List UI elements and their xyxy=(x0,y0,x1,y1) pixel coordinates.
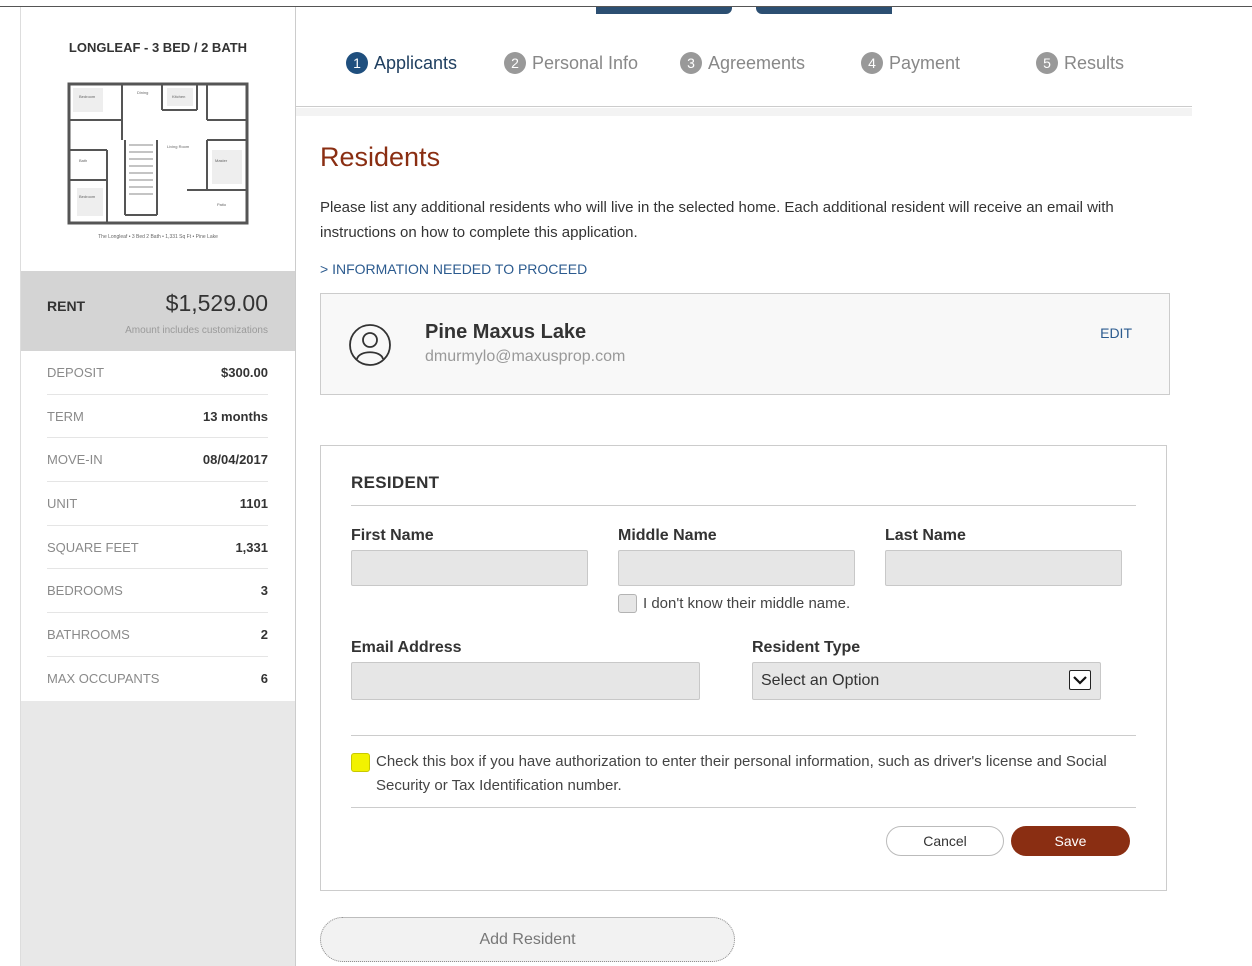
save-button[interactable]: Save xyxy=(1011,826,1130,856)
svg-text:Bath: Bath xyxy=(79,158,87,163)
edit-link[interactable]: EDIT xyxy=(1100,325,1132,341)
first-name-label: First Name xyxy=(351,527,434,544)
detail-row-term: TERM 13 months xyxy=(47,395,268,439)
last-name-input[interactable] xyxy=(885,550,1122,586)
resident-form: RESIDENT First Name Middle Name Last Nam… xyxy=(320,445,1167,891)
step-label: Agreements xyxy=(708,52,806,73)
detail-label: UNIT xyxy=(47,495,78,511)
resident-type-label: Resident Type xyxy=(752,639,861,656)
resident-type-select[interactable]: Select an Option xyxy=(752,662,1101,700)
detail-row-max-occupants: MAX OCCUPANTS 6 xyxy=(47,657,268,701)
step-number: 4 xyxy=(861,52,883,74)
detail-value: $300.00 xyxy=(221,364,268,380)
divider xyxy=(351,505,1136,506)
rent-label: RENT xyxy=(47,298,86,314)
chevron-down-icon[interactable] xyxy=(1069,670,1091,690)
detail-label: BATHROOMS xyxy=(47,626,130,642)
step-results[interactable]: 5 Results xyxy=(1036,52,1124,74)
step-label: Payment xyxy=(889,52,961,73)
step-number: 2 xyxy=(504,52,526,74)
form-title: RESIDENT xyxy=(351,473,440,492)
step-label: Applicants xyxy=(374,52,458,73)
detail-value: 6 xyxy=(260,671,268,687)
detail-label: SQUARE FEET xyxy=(47,539,139,555)
step-label: Results xyxy=(1064,52,1125,73)
authorization-label: Check this box if you have authorization… xyxy=(376,753,1107,794)
primary-resident-card: Pine Maxus Lake dmurmylo@maxusprop.com E… xyxy=(320,293,1170,395)
step-payment[interactable]: 4 Payment xyxy=(861,52,960,74)
detail-value: 2 xyxy=(260,626,268,642)
step-number: 3 xyxy=(680,52,702,74)
detail-label: TERM xyxy=(47,408,84,424)
step-label: Personal Info xyxy=(532,52,639,73)
step-applicants[interactable]: 1 Applicants xyxy=(346,52,457,74)
svg-text:Bedroom: Bedroom xyxy=(79,94,96,99)
detail-value: 1,331 xyxy=(235,539,268,555)
detail-value: 3 xyxy=(260,583,268,599)
detail-value: 08/04/2017 xyxy=(202,452,268,468)
step-number: 1 xyxy=(346,52,368,74)
svg-text:Master: Master xyxy=(215,158,228,163)
resident-type-value: Select an Option xyxy=(761,672,880,689)
detail-label: DEPOSIT xyxy=(47,364,105,380)
detail-value: 13 months xyxy=(202,408,268,424)
no-middle-name-label: I don't know their middle name. xyxy=(643,595,851,612)
detail-row-bathrooms: BATHROOMS 2 xyxy=(47,613,268,657)
progress-steps: 1 Applicants 2 Personal Info 3 Agreement… xyxy=(296,7,1192,107)
rent-value: $1,529.00 xyxy=(165,290,268,316)
email-label: Email Address xyxy=(351,639,462,656)
divider xyxy=(351,735,1136,736)
detail-value: 1101 xyxy=(239,495,268,511)
floorplan-title: LONGLEAF - 3 BED / 2 BATH xyxy=(68,40,248,55)
intro-text: Please list any additional residents who… xyxy=(320,199,1114,241)
svg-text:Living Room: Living Room xyxy=(167,144,190,149)
step-number: 5 xyxy=(1036,52,1058,74)
floorplan-image: Bedroom Dining Kitchen Living Room Maste… xyxy=(66,80,250,230)
detail-row-bedrooms: BEDROOMS 3 xyxy=(47,569,268,614)
middle-name-label: Middle Name xyxy=(618,527,717,544)
page-title: Residents xyxy=(320,142,441,172)
last-name-label: Last Name xyxy=(885,527,966,544)
detail-row-square-feet: SQUARE FEET 1,331 xyxy=(47,526,268,570)
user-avatar-icon xyxy=(345,323,395,367)
svg-text:Bedroom: Bedroom xyxy=(79,194,96,199)
detail-row-move-in: MOVE-IN 08/04/2017 xyxy=(47,438,268,483)
sidebar: LONGLEAF - 3 BED / 2 BATH Bedroom Dining… xyxy=(20,7,296,966)
detail-row-unit: UNIT 1101 xyxy=(47,482,268,526)
resident-email: dmurmylo@maxusprop.com xyxy=(425,348,626,365)
info-needed-link[interactable]: > INFORMATION NEEDED TO PROCEED xyxy=(320,261,587,277)
page: LONGLEAF - 3 BED / 2 BATH Bedroom Dining… xyxy=(0,0,1252,966)
floorplan-panel: LONGLEAF - 3 BED / 2 BATH Bedroom Dining… xyxy=(21,7,295,271)
resident-name: Pine Maxus Lake xyxy=(425,321,587,343)
main-content: 1 Applicants 2 Personal Info 3 Agreement… xyxy=(296,7,1192,966)
middle-name-input[interactable] xyxy=(618,550,855,586)
first-name-input[interactable] xyxy=(351,550,588,586)
svg-text:Kitchen: Kitchen xyxy=(172,94,185,99)
add-resident-button[interactable]: Add Resident xyxy=(320,917,735,962)
cancel-button[interactable]: Cancel xyxy=(886,826,1004,856)
floorplan-caption: The Longleaf • 3 Bed 2 Bath • 1,331 Sq F… xyxy=(98,234,218,240)
svg-text:Patio: Patio xyxy=(217,202,227,207)
rent-box: RENT $1,529.00 Amount includes customiza… xyxy=(21,271,295,351)
email-input[interactable] xyxy=(351,662,700,700)
authorization-checkbox[interactable] xyxy=(351,753,370,772)
detail-label: MOVE-IN xyxy=(47,452,103,468)
detail-label: BEDROOMS xyxy=(47,583,123,599)
no-middle-name-checkbox[interactable] xyxy=(618,594,637,613)
details-list: DEPOSIT $300.00 TERM 13 months MOVE-IN 0… xyxy=(21,351,295,701)
step-personal-info[interactable]: 2 Personal Info xyxy=(504,52,638,74)
svg-text:Dining: Dining xyxy=(137,90,148,95)
step-agreements[interactable]: 3 Agreements xyxy=(680,52,805,74)
detail-label: MAX OCCUPANTS xyxy=(47,671,160,687)
rent-note: Amount includes customizations xyxy=(125,325,268,336)
detail-row-deposit: DEPOSIT $300.00 xyxy=(47,351,268,395)
divider xyxy=(351,807,1136,808)
divider-strip xyxy=(296,108,1192,116)
